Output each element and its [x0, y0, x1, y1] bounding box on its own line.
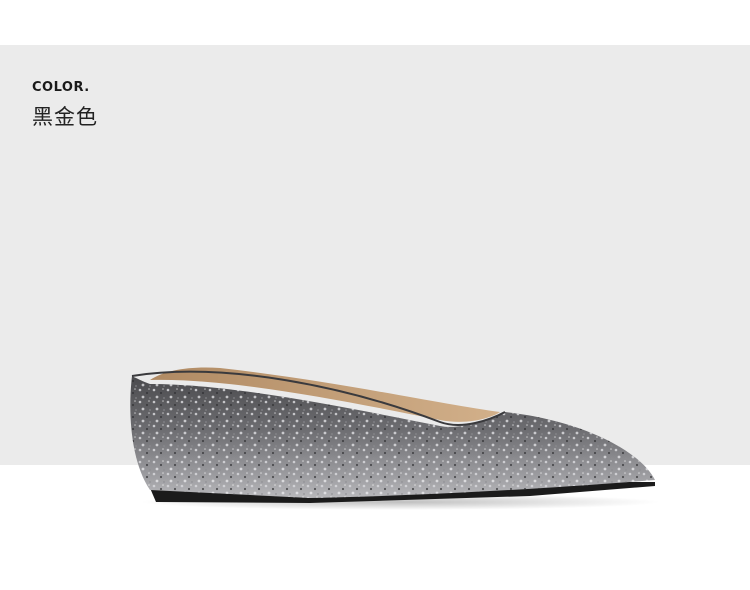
color-heading: COLOR.	[32, 80, 90, 95]
glitter-pointed-flat-shoe-icon	[130, 367, 660, 510]
product-color-page: COLOR. 黑金色	[0, 0, 750, 590]
color-name: 黑金色	[32, 105, 98, 129]
